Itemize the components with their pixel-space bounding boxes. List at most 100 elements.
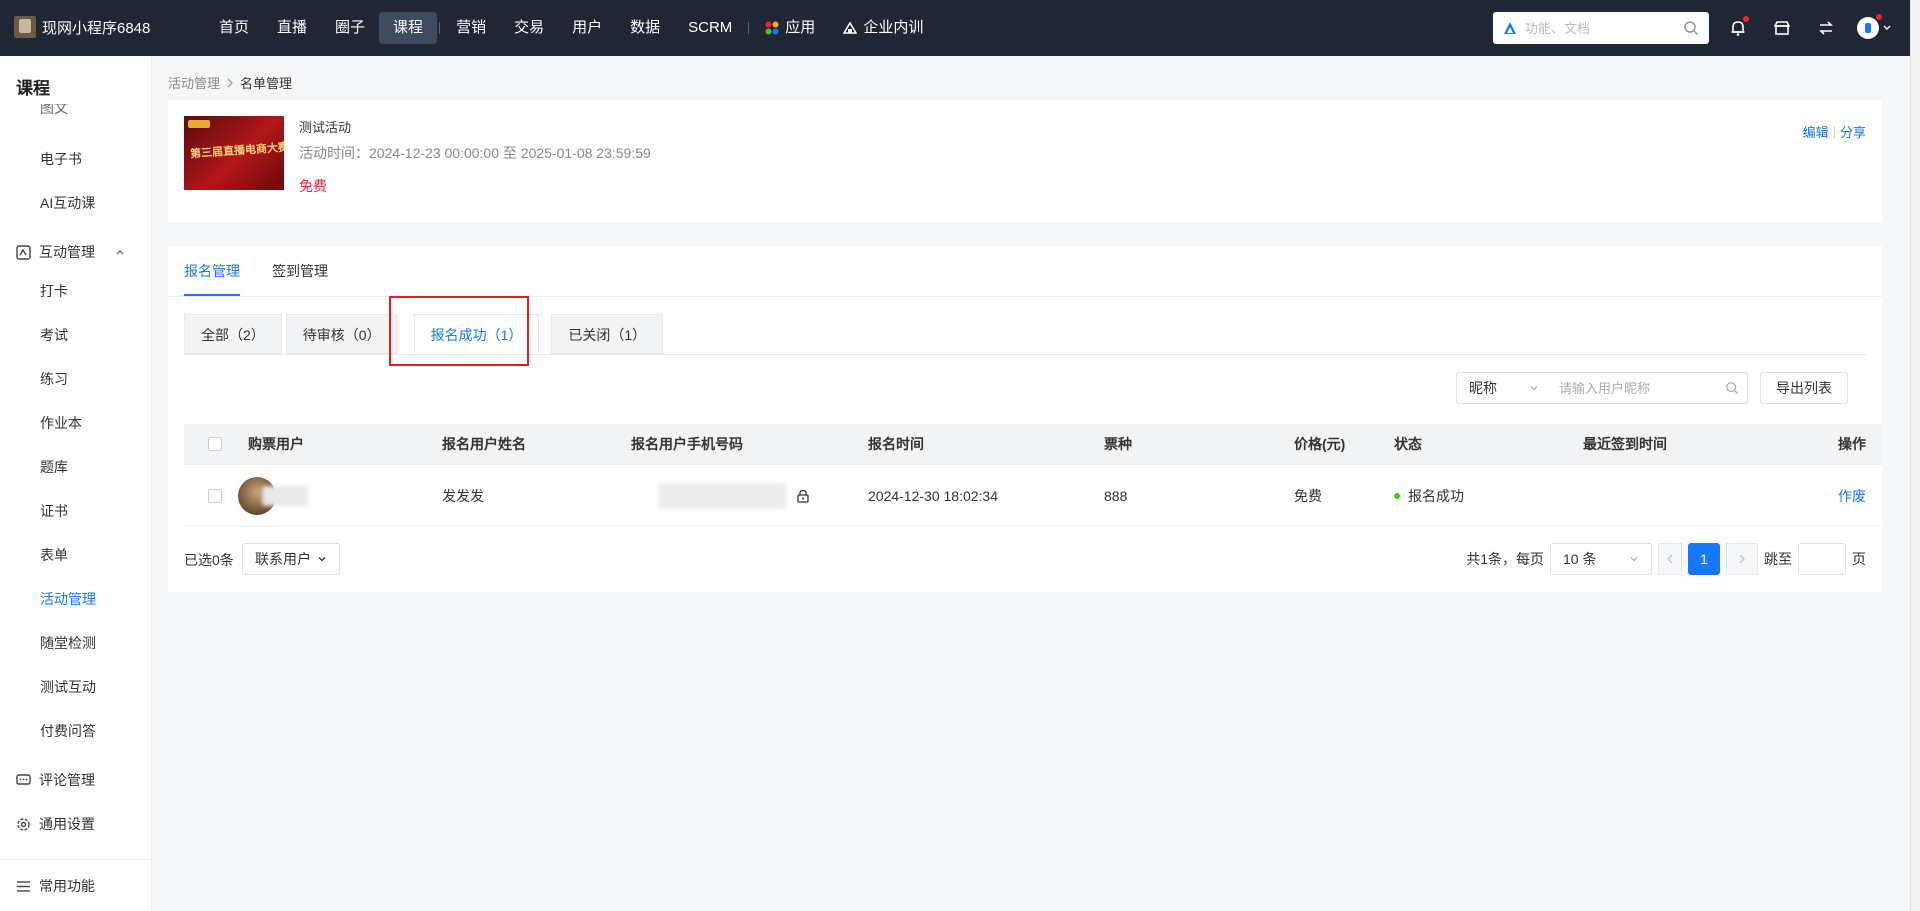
- sidebar-item-checkin[interactable]: 打卡: [40, 281, 68, 301]
- switch-button[interactable]: [1814, 16, 1838, 40]
- filter-bar: 昵称 导出列表: [1456, 372, 1848, 404]
- highlight-box: [389, 296, 529, 366]
- activity-poster: 第三届直播电商大赛: [184, 116, 284, 190]
- filter-field-select[interactable]: 昵称: [1457, 378, 1549, 398]
- global-search-input[interactable]: [1525, 20, 1675, 36]
- sidebar-item-certificate[interactable]: 证书: [40, 501, 68, 521]
- activity-actions: 编辑 | 分享: [1803, 122, 1866, 141]
- apps-icon: [765, 21, 779, 35]
- sidebar-group-settings[interactable]: 通用设置: [16, 814, 95, 834]
- interact-icon: [16, 244, 31, 260]
- nav-circle[interactable]: 圈子: [321, 12, 379, 44]
- top-navbar: 现网小程序6848 首页 直播 圈子 课程 营销 交易 用户 数据 SCRM 应…: [0, 0, 1910, 56]
- sidebar-group-interact-label: 互动管理: [39, 244, 95, 260]
- nav-live[interactable]: 直播: [263, 12, 321, 44]
- nav-scrm[interactable]: SCRM: [674, 12, 746, 44]
- total-label: 共1条，每页: [1466, 551, 1544, 567]
- phone-blurred: [658, 482, 786, 509]
- nav-marketing[interactable]: 营销: [442, 12, 500, 44]
- sidebar-item-activity[interactable]: 活动管理: [40, 589, 96, 609]
- lock-icon[interactable]: [796, 489, 810, 503]
- page-size-select[interactable]: 10 条: [1550, 543, 1652, 575]
- nav-users[interactable]: 用户: [558, 12, 616, 44]
- search-icon[interactable]: [1683, 20, 1699, 36]
- header-price: 价格(元): [1294, 436, 1346, 452]
- row-status: 报名成功: [1394, 465, 1464, 526]
- sidebar-item-quiz[interactable]: 随堂检测: [40, 633, 96, 653]
- comment-icon: [16, 773, 31, 785]
- scrollbar[interactable]: [1910, 0, 1920, 911]
- table-row: 发发发 2024-12-30 18:02:34 888 免费 报名成功 作废: [184, 465, 1882, 527]
- select-all-checkbox[interactable]: [208, 424, 222, 464]
- sidebar-item-homework[interactable]: 作业本: [40, 413, 82, 433]
- chevron-down-icon: [1630, 557, 1638, 562]
- notification-dot: [1743, 16, 1749, 22]
- sidebar-group-comment[interactable]: 评论管理: [16, 770, 95, 790]
- filter-field-label: 昵称: [1469, 380, 1497, 396]
- sidebar-item-exam[interactable]: 考试: [40, 325, 68, 345]
- sidebar-group-settings-label: 通用设置: [39, 816, 95, 832]
- subtab-pending[interactable]: 待审核（0）: [285, 314, 398, 354]
- nav-apps[interactable]: 应用: [751, 12, 829, 44]
- edit-link[interactable]: 编辑: [1803, 122, 1829, 141]
- sidebar-common-label: 常用功能: [39, 878, 95, 894]
- chevron-left-icon: [1667, 554, 1673, 564]
- sidebar-item-article[interactable]: 图文: [40, 104, 68, 116]
- table-footer: 已选0条 联系用户 共1条，每页 10 条 1 跳至 页: [184, 543, 1882, 575]
- filter-box: 昵称: [1456, 372, 1748, 404]
- nav-home[interactable]: 首页: [205, 12, 263, 44]
- activity-card: 第三届直播电商大赛 测试活动 活动时间：2024-12-23 00:00:00 …: [168, 100, 1882, 222]
- user-menu[interactable]: [1856, 14, 1892, 40]
- row-status-label: 报名成功: [1408, 487, 1464, 504]
- search-brand-icon: [1504, 22, 1516, 34]
- sidebar-item-form[interactable]: 表单: [40, 545, 68, 565]
- sidebar-divider: [0, 859, 151, 860]
- nickname-search-input[interactable]: [1549, 380, 1709, 396]
- user-dot: [1876, 14, 1882, 20]
- nav-course[interactable]: 课程: [379, 12, 438, 44]
- notification-button[interactable]: [1726, 16, 1750, 40]
- link-separator: |: [1832, 124, 1836, 139]
- training-icon: [843, 21, 858, 34]
- page-1-button[interactable]: 1: [1688, 543, 1720, 575]
- poster-badge: [188, 120, 210, 128]
- sidebar-item-question-bank[interactable]: 题库: [40, 457, 68, 477]
- row-checkbox[interactable]: [208, 465, 222, 526]
- search-icon[interactable]: [1725, 381, 1739, 395]
- header-phone: 报名用户手机号码: [631, 436, 743, 452]
- nav-training[interactable]: 企业内训: [829, 12, 937, 44]
- prev-page-button[interactable]: [1658, 543, 1682, 575]
- chevron-down-icon: [1883, 25, 1890, 30]
- subtab-all[interactable]: 全部（2）: [184, 314, 282, 354]
- contact-users-button[interactable]: 联系用户: [242, 543, 340, 575]
- breadcrumb-current: 名单管理: [240, 76, 293, 91]
- sidebar-item-test-interact[interactable]: 测试互动: [40, 677, 96, 697]
- app-logo[interactable]: 现网小程序6848: [14, 16, 150, 38]
- tab-signin[interactable]: 签到管理: [272, 246, 328, 296]
- global-search[interactable]: [1493, 12, 1709, 44]
- nav-divider: [439, 22, 441, 34]
- sidebar-group-interact[interactable]: 互动管理: [16, 242, 125, 262]
- sidebar-item-ebook[interactable]: 电子书: [40, 149, 82, 169]
- sidebar-item-practice[interactable]: 练习: [40, 369, 68, 389]
- sidebar-item-paid-qa[interactable]: 付费问答: [40, 721, 96, 741]
- nav-trade[interactable]: 交易: [500, 12, 558, 44]
- header-last-signin: 最近签到时间: [1583, 436, 1667, 452]
- jump-page-input[interactable]: [1798, 543, 1846, 575]
- table-header: 购票用户 报名用户姓名 报名用户手机号码 报名时间 票种 价格(元) 状态 最近…: [184, 424, 1882, 465]
- sidebar-item-ai-course[interactable]: AI互动课: [40, 193, 95, 213]
- store-button[interactable]: [1770, 16, 1794, 40]
- share-link[interactable]: 分享: [1840, 122, 1866, 141]
- breadcrumb-parent[interactable]: 活动管理: [168, 73, 220, 92]
- chevron-down-icon: [318, 557, 326, 562]
- subtab-closed[interactable]: 已关闭（1）: [551, 314, 664, 354]
- next-page-button[interactable]: [1726, 543, 1758, 575]
- sidebar-group-comment-label: 评论管理: [39, 772, 95, 788]
- void-link[interactable]: 作废: [1838, 465, 1866, 526]
- row-name: 发发发: [442, 487, 484, 504]
- tab-registration[interactable]: 报名管理: [184, 246, 240, 296]
- export-list-button[interactable]: 导出列表: [1760, 372, 1848, 404]
- breadcrumb: 活动管理 名单管理: [168, 73, 292, 92]
- sidebar-common[interactable]: 常用功能: [16, 876, 95, 896]
- nav-data[interactable]: 数据: [616, 12, 674, 44]
